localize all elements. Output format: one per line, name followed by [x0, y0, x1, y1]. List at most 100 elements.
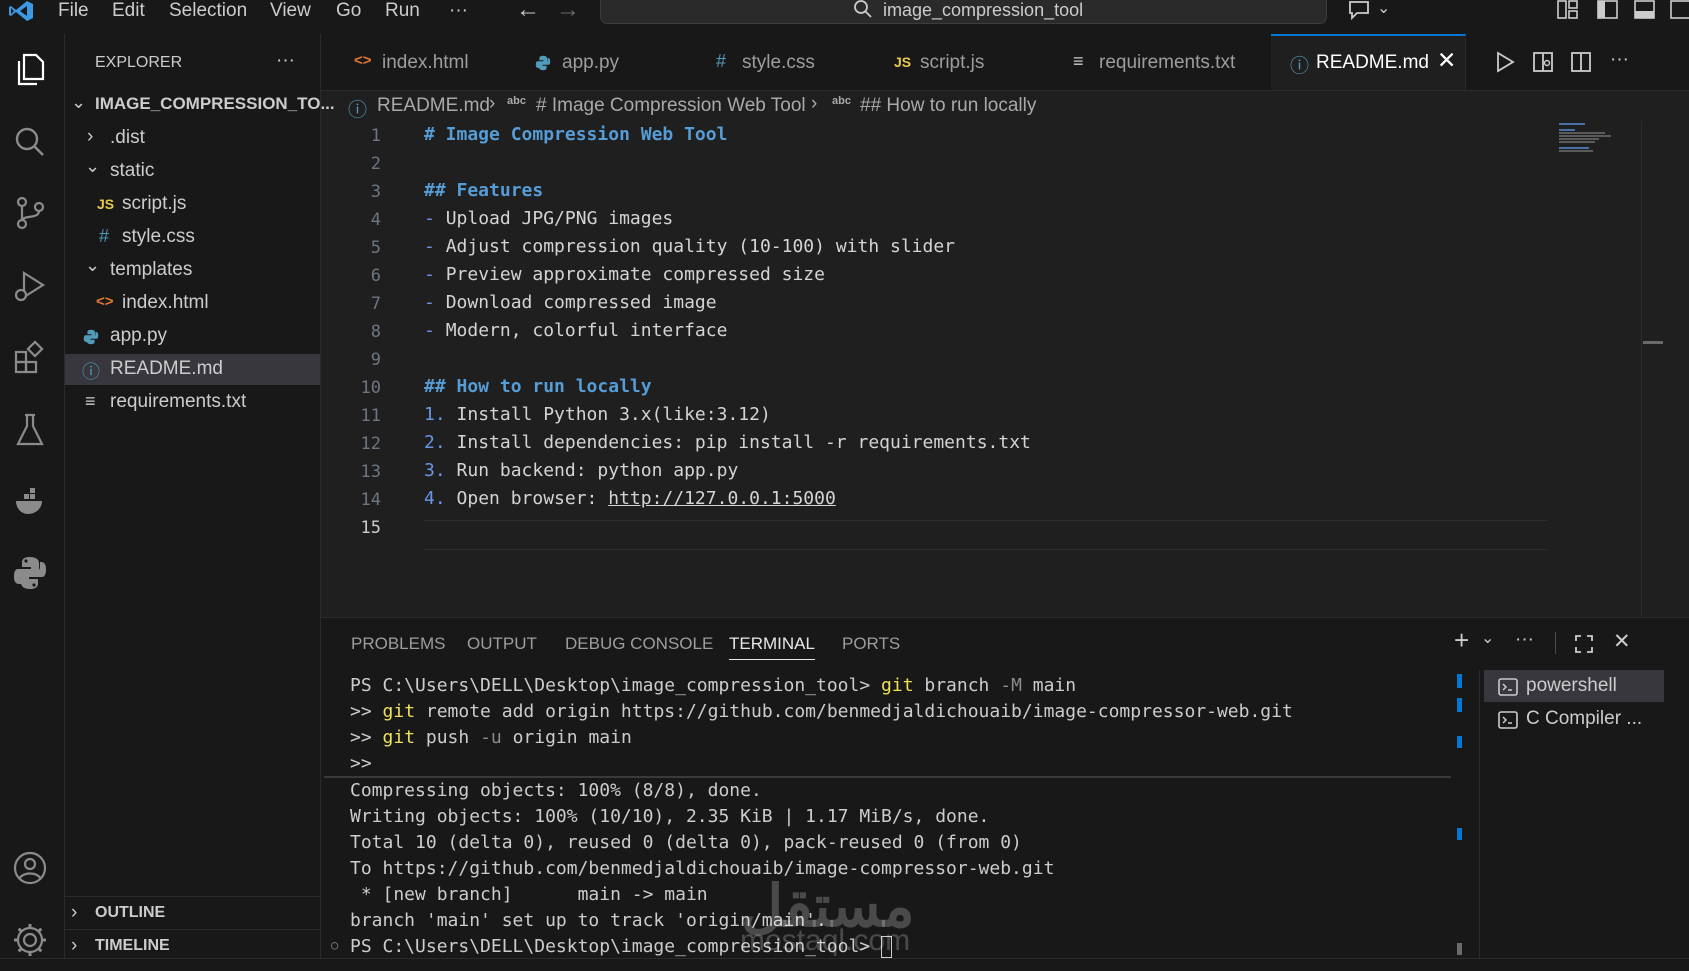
terminal-status-circle-icon: ○	[331, 938, 339, 952]
chevron-down-icon[interactable]: ⌄	[1377, 0, 1390, 18]
tree-item-readme-md[interactable]: ⓘ README.md	[65, 354, 320, 385]
python-icon[interactable]	[10, 553, 50, 593]
tree-item-label: README.md	[110, 358, 223, 379]
toggle-primary-sidebar-icon[interactable]	[1597, 0, 1619, 20]
menu-more[interactable]: ···	[449, 0, 468, 22]
text-file-icon: ≡	[85, 391, 96, 411]
panel-tab-debug-console[interactable]: DEBUG CONSOLE	[565, 634, 713, 654]
back-arrow-icon[interactable]: ←	[516, 0, 540, 24]
toggle-panel-icon[interactable]	[1634, 0, 1656, 20]
tree-item-script-js[interactable]: JS script.js	[65, 189, 320, 220]
tree-item-dist[interactable]: › .dist	[65, 123, 320, 154]
chevron-right-icon: ›	[71, 935, 78, 956]
toggle-secondary-sidebar-icon[interactable]	[1670, 0, 1689, 20]
chevron-down-icon: ⌄	[71, 92, 87, 112]
extensions-icon[interactable]	[10, 338, 50, 378]
css-file-icon: #	[99, 226, 110, 246]
chevron-down-icon[interactable]: ⌄	[1481, 628, 1494, 648]
explorer-more-icon[interactable]: ···	[276, 50, 295, 72]
tab-style-css[interactable]: # style.css	[679, 34, 860, 90]
link-url[interactable]: http://127.0.0.1:5000	[608, 488, 836, 509]
explorer-root-folder[interactable]: ⌄ IMAGE_COMPRESSION_TO...	[65, 90, 335, 121]
breadcrumb: ⓘ README.md › abc # Image Compression We…	[321, 91, 1689, 121]
line-number: 6	[370, 266, 381, 286]
settings-gear-icon[interactable]	[10, 920, 50, 960]
tab-label: index.html	[382, 52, 469, 73]
vscode-logo-icon	[9, 1, 33, 21]
maximize-panel-icon[interactable]	[1574, 634, 1594, 654]
chevron-right-icon: ›	[71, 902, 78, 923]
timeline-label: TIMELINE	[95, 937, 170, 954]
docker-whale-icon[interactable]	[10, 481, 50, 521]
outline-label: OUTLINE	[95, 904, 166, 921]
close-icon[interactable]: ✕	[1613, 629, 1631, 654]
command-center-label: image_compression_tool	[883, 0, 1084, 20]
panel-tab-terminal[interactable]: TERMINAL	[729, 634, 815, 660]
minimap[interactable]	[1539, 121, 1641, 616]
tab-readme-md[interactable]: ⓘ README.md ✕	[1271, 34, 1466, 90]
command-center[interactable]: image_compression_tool	[600, 0, 1327, 24]
panel-tab-ports[interactable]: PORTS	[842, 634, 900, 654]
javascript-file-icon: JS	[894, 54, 912, 70]
search-icon[interactable]	[10, 122, 50, 162]
open-preview-icon[interactable]	[1532, 51, 1554, 73]
copilot-chat-icon[interactable]	[1347, 0, 1373, 20]
tree-item-templates[interactable]: ⌄ templates	[65, 255, 320, 286]
more-actions-icon[interactable]: ···	[1515, 629, 1534, 651]
tree-item-app-py[interactable]: app.py	[65, 321, 320, 352]
terminal-list-c-compiler[interactable]: C Compiler ...	[1484, 703, 1664, 735]
breadcrumb-file[interactable]: README.md	[377, 95, 490, 117]
split-editor-icon[interactable]	[1570, 51, 1592, 73]
terminal-list-powershell[interactable]: powershell	[1484, 670, 1664, 702]
outline-section[interactable]: › OUTLINE	[65, 900, 320, 931]
line-number: 13	[360, 462, 381, 482]
minimap-line	[1559, 132, 1605, 134]
menu-selection[interactable]: Selection	[169, 0, 247, 22]
tab-app-py[interactable]: app.py	[499, 34, 680, 90]
line-number: 2	[370, 154, 381, 174]
forward-arrow-icon[interactable]: →	[556, 0, 580, 24]
terminal-line: >> git remote add origin https://github.…	[350, 701, 1293, 722]
menu-file[interactable]: File	[58, 0, 89, 22]
testing-flask-icon[interactable]	[10, 410, 50, 450]
divider	[1641, 121, 1642, 616]
run-icon[interactable]	[1494, 51, 1516, 73]
tree-item-index-html[interactable]: <> index.html	[65, 288, 320, 319]
tab-index-html[interactable]: <> index.html	[321, 34, 500, 90]
more-actions-icon[interactable]: ···	[1610, 49, 1629, 71]
terminal-line: >>	[350, 753, 372, 774]
code-line: ## Features	[424, 180, 544, 201]
customize-layout-icon[interactable]	[1557, 0, 1579, 20]
terminal-icon	[1498, 678, 1518, 696]
tree-item-requirements-txt[interactable]: ≡ requirements.txt	[65, 387, 320, 418]
menu-go[interactable]: Go	[336, 0, 361, 22]
menu-edit[interactable]: Edit	[112, 0, 145, 22]
menu-view[interactable]: View	[270, 0, 311, 22]
scrollbar-indicator[interactable]	[1643, 341, 1663, 344]
tree-item-style-css[interactable]: # style.css	[65, 222, 320, 253]
menu-run[interactable]: Run	[385, 0, 420, 22]
activity-bar	[0, 34, 65, 960]
tab-requirements-txt[interactable]: ≡ requirements.txt	[1038, 34, 1272, 90]
code-editor[interactable]: 1 2 3 4 5 6 7 8 9 10 11 12 13 14 15 # Im…	[321, 121, 1663, 616]
chevron-down-icon: ⌄	[85, 156, 101, 176]
chevron-right-icon: ›	[489, 93, 496, 114]
breadcrumb-heading-1[interactable]: # Image Compression Web Tool	[536, 95, 806, 117]
code-line: - Adjust compression quality (10-100) wi…	[424, 236, 956, 257]
scroll-marker	[1457, 943, 1462, 955]
panel-tab-problems[interactable]: PROBLEMS	[351, 634, 445, 654]
new-terminal-plus-icon[interactable]: +	[1454, 625, 1469, 656]
explorer-files-icon[interactable]	[10, 49, 50, 89]
tree-item-static[interactable]: ⌄ static	[65, 156, 320, 187]
line-number: 15	[360, 518, 381, 538]
close-icon[interactable]: ✕	[1437, 47, 1456, 74]
divider	[1479, 670, 1480, 961]
source-control-icon[interactable]	[10, 193, 50, 233]
minimap-line	[1559, 135, 1611, 137]
panel-tab-output[interactable]: OUTPUT	[467, 634, 537, 654]
breadcrumb-heading-2[interactable]: ## How to run locally	[860, 95, 1036, 117]
accounts-icon[interactable]	[10, 848, 50, 888]
javascript-file-icon: JS	[97, 196, 115, 212]
tab-script-js[interactable]: JS script.js	[859, 34, 1039, 90]
run-and-debug-icon[interactable]	[10, 266, 50, 306]
